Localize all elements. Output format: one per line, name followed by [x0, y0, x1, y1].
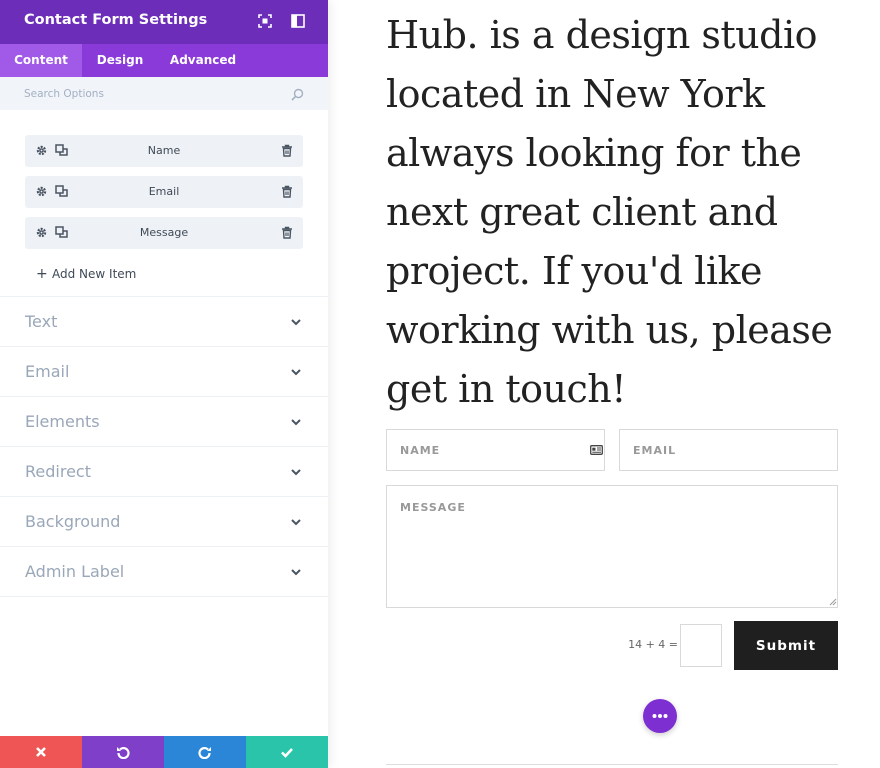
- section-label: Text: [25, 312, 58, 331]
- form-field-item-email[interactable]: Email: [25, 176, 303, 208]
- duplicate-icon[interactable]: [55, 226, 68, 239]
- gear-icon[interactable]: [35, 144, 48, 157]
- checkmark-icon: [281, 748, 293, 758]
- section-label: Background: [25, 512, 121, 531]
- email-field: [619, 429, 838, 471]
- tab-design[interactable]: Design: [82, 44, 158, 77]
- search-bar: [0, 77, 328, 110]
- resize-handle-icon[interactable]: [829, 598, 837, 606]
- chevron-down-icon: [291, 419, 301, 426]
- section-label: Admin Label: [25, 562, 125, 581]
- redo-icon: [198, 746, 211, 759]
- add-new-item-label: Add New Item: [52, 267, 137, 281]
- form-field-item-name[interactable]: Name: [25, 135, 303, 167]
- tab-advanced[interactable]: Advanced: [158, 44, 248, 77]
- section-background[interactable]: Background: [0, 496, 328, 546]
- form-field-item-message[interactable]: Message: [25, 217, 303, 249]
- search-input[interactable]: [24, 86, 274, 102]
- headline-text: Hub. is a design studio located in New Y…: [386, 13, 833, 411]
- settings-panel: Contact Form Settings Content Design Adv…: [0, 0, 328, 768]
- captcha-question: 14 + 4 =: [628, 638, 678, 651]
- duplicate-icon[interactable]: [55, 185, 68, 198]
- panel-title: Contact Form Settings: [24, 12, 208, 28]
- panel-action-bar: [0, 736, 328, 768]
- plus-icon: +: [36, 266, 48, 282]
- chevron-down-icon: [291, 369, 301, 376]
- name-input[interactable]: [387, 430, 604, 470]
- chevron-down-icon: [291, 469, 301, 476]
- contact-card-icon[interactable]: [590, 445, 603, 455]
- redo-button[interactable]: [164, 736, 246, 768]
- chevron-down-icon: [291, 519, 301, 526]
- trash-icon[interactable]: [281, 144, 293, 157]
- tab-content[interactable]: Content: [0, 44, 82, 77]
- section-email[interactable]: Email: [0, 346, 328, 396]
- section-label: Elements: [25, 412, 100, 431]
- submit-button[interactable]: Submit: [734, 621, 838, 670]
- captcha-input[interactable]: [681, 625, 721, 666]
- message-textarea[interactable]: [387, 486, 837, 607]
- add-new-item-button[interactable]: + Add New Item: [36, 266, 136, 282]
- panel-header: Contact Form Settings: [0, 0, 328, 44]
- more-options-button[interactable]: [643, 699, 677, 733]
- section-text[interactable]: Text: [0, 296, 328, 346]
- more-horizontal-icon: [652, 714, 668, 718]
- message-field: [386, 485, 838, 608]
- captcha-field: [680, 624, 722, 667]
- undo-button[interactable]: [82, 736, 164, 768]
- trash-icon[interactable]: [281, 185, 293, 198]
- duplicate-icon[interactable]: [55, 144, 68, 157]
- search-icon[interactable]: [291, 88, 304, 101]
- gear-icon[interactable]: [35, 185, 48, 198]
- section-elements[interactable]: Elements: [0, 396, 328, 446]
- expand-icon[interactable]: [258, 14, 272, 28]
- name-field: [386, 429, 605, 471]
- section-divider-line: [386, 764, 838, 765]
- section-redirect[interactable]: Redirect: [0, 446, 328, 496]
- section-label: Redirect: [25, 462, 91, 481]
- chevron-down-icon: [291, 569, 301, 576]
- save-button[interactable]: [246, 736, 328, 768]
- gear-icon[interactable]: [35, 226, 48, 239]
- visual-builder: Contact Form Settings Content Design Adv…: [0, 0, 880, 768]
- email-input[interactable]: [620, 430, 837, 470]
- cancel-button[interactable]: [0, 736, 82, 768]
- section-label: Email: [25, 362, 70, 381]
- chevron-down-icon: [291, 319, 301, 326]
- panel-tabs: Content Design Advanced: [0, 44, 328, 77]
- trash-icon[interactable]: [281, 226, 293, 239]
- section-admin-label[interactable]: Admin Label: [0, 546, 328, 596]
- sidebar-layout-icon[interactable]: [291, 14, 305, 28]
- undo-icon: [117, 746, 130, 759]
- close-icon: [36, 747, 46, 757]
- section-divider: [0, 596, 328, 597]
